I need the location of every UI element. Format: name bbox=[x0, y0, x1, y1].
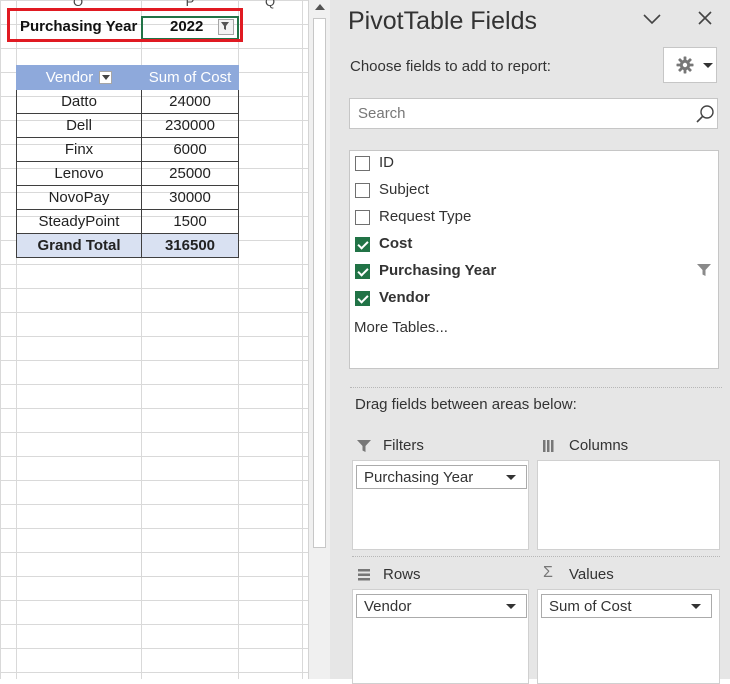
field-label: Purchasing Year bbox=[379, 262, 497, 279]
values-area-title: Values bbox=[569, 566, 614, 583]
vendor-cell[interactable]: Lenovo bbox=[16, 161, 142, 186]
values-area[interactable]: Sum of Cost bbox=[537, 589, 720, 684]
rows-area[interactable]: Vendor bbox=[352, 589, 529, 684]
cost-cell[interactable]: 24000 bbox=[141, 89, 239, 114]
grand-total-value[interactable]: 316500 bbox=[141, 233, 239, 258]
vendor-cell[interactable]: Dell bbox=[16, 113, 142, 138]
field-label: Vendor bbox=[379, 289, 430, 306]
table-row: NovoPay 30000 bbox=[16, 185, 239, 210]
field-checkbox-checked[interactable] bbox=[355, 237, 370, 252]
tools-button[interactable] bbox=[663, 47, 717, 83]
pane-title: PivotTable Fields bbox=[348, 7, 537, 35]
row-label-filter-button[interactable] bbox=[99, 70, 113, 84]
rows-chip[interactable]: Vendor bbox=[356, 594, 527, 618]
filters-area-title: Filters bbox=[383, 437, 424, 454]
caret-down-icon bbox=[703, 63, 713, 68]
vendor-cell[interactable]: Datto bbox=[16, 89, 142, 114]
chip-label: Vendor bbox=[364, 598, 412, 615]
field-checkbox-checked[interactable] bbox=[355, 264, 370, 279]
scrollbar-thumb[interactable] bbox=[313, 18, 326, 548]
column-header-p[interactable]: P bbox=[170, 0, 210, 9]
table-row: Lenovo 25000 bbox=[16, 161, 239, 186]
field-label: Request Type bbox=[379, 208, 472, 225]
field-label: Subject bbox=[379, 181, 430, 198]
chip-label: Sum of Cost bbox=[549, 598, 632, 615]
more-tables-link[interactable]: More Tables... bbox=[354, 319, 448, 336]
field-label: ID bbox=[379, 154, 394, 171]
highlight-box bbox=[7, 8, 243, 42]
table-row: Dell 230000 bbox=[16, 113, 239, 138]
caret-down-icon bbox=[506, 604, 516, 609]
field-list: ID Subject Request Type Cost Purchasing … bbox=[349, 150, 719, 369]
filters-area[interactable]: Purchasing Year bbox=[352, 460, 529, 550]
cost-cell[interactable]: 230000 bbox=[141, 113, 239, 138]
vendor-cell[interactable]: SteadyPoint bbox=[16, 209, 142, 234]
columns-area-title: Columns bbox=[569, 437, 629, 454]
vertical-scrollbar[interactable] bbox=[308, 0, 331, 679]
grid-line bbox=[302, 0, 303, 679]
worksheet[interactable]: O P Q Purchasing Year 2022 Vendor Sum of… bbox=[0, 0, 308, 679]
rows-icon bbox=[358, 569, 370, 581]
pivottable-fields-pane: PivotTable Fields Choose fields to add t… bbox=[337, 0, 730, 684]
caret-down-icon bbox=[691, 604, 701, 609]
pane-splitter[interactable] bbox=[330, 0, 337, 679]
scroll-up-icon[interactable] bbox=[315, 4, 325, 10]
sigma-icon: Σ bbox=[543, 564, 553, 581]
pivot-header-sum: Sum of Cost bbox=[141, 65, 239, 90]
chevron-down-icon[interactable] bbox=[642, 9, 662, 29]
field-checkbox[interactable] bbox=[355, 183, 370, 198]
cost-cell[interactable]: 6000 bbox=[141, 137, 239, 162]
caret-down-icon bbox=[506, 475, 516, 480]
pivot-header-label: Vendor bbox=[45, 69, 94, 86]
field-checkbox[interactable] bbox=[355, 156, 370, 171]
filters-chip[interactable]: Purchasing Year bbox=[356, 465, 527, 489]
table-row: Datto 24000 bbox=[16, 89, 239, 114]
column-header-o[interactable]: O bbox=[58, 0, 98, 9]
field-label: Cost bbox=[379, 235, 413, 252]
pivot-table: Vendor Sum of Cost Datto 24000 Dell 230000… bbox=[16, 65, 239, 258]
field-checkbox-checked[interactable] bbox=[355, 291, 370, 306]
grand-total-row: Grand Total 316500 bbox=[16, 233, 239, 258]
search-icon[interactable] bbox=[695, 104, 715, 124]
field-checkbox[interactable] bbox=[355, 210, 370, 225]
filter-icon[interactable] bbox=[697, 263, 711, 277]
vendor-cell[interactable]: Finx bbox=[16, 137, 142, 162]
cost-cell[interactable]: 25000 bbox=[141, 161, 239, 186]
chip-label: Purchasing Year bbox=[364, 469, 474, 486]
filter-icon bbox=[357, 440, 371, 452]
column-header-q[interactable]: Q bbox=[250, 0, 290, 9]
divider bbox=[350, 387, 722, 388]
columns-area[interactable] bbox=[537, 460, 720, 550]
grand-total-label[interactable]: Grand Total bbox=[16, 233, 142, 258]
divider bbox=[352, 556, 720, 557]
table-row: Finx 6000 bbox=[16, 137, 239, 162]
search-placeholder: Search bbox=[358, 105, 406, 122]
cost-cell[interactable]: 1500 bbox=[141, 209, 239, 234]
drag-fields-label: Drag fields between areas below: bbox=[355, 396, 577, 413]
table-row: SteadyPoint 1500 bbox=[16, 209, 239, 234]
close-icon[interactable] bbox=[696, 9, 714, 27]
cost-cell[interactable]: 30000 bbox=[141, 185, 239, 210]
search-input[interactable]: Search bbox=[349, 98, 718, 129]
columns-icon bbox=[543, 440, 554, 452]
gear-icon bbox=[676, 56, 694, 74]
pivot-header-vendor[interactable]: Vendor bbox=[16, 65, 142, 90]
rows-area-title: Rows bbox=[383, 566, 421, 583]
vendor-cell[interactable]: NovoPay bbox=[16, 185, 142, 210]
choose-fields-label: Choose fields to add to report: bbox=[350, 58, 551, 75]
values-chip[interactable]: Sum of Cost bbox=[541, 594, 712, 618]
